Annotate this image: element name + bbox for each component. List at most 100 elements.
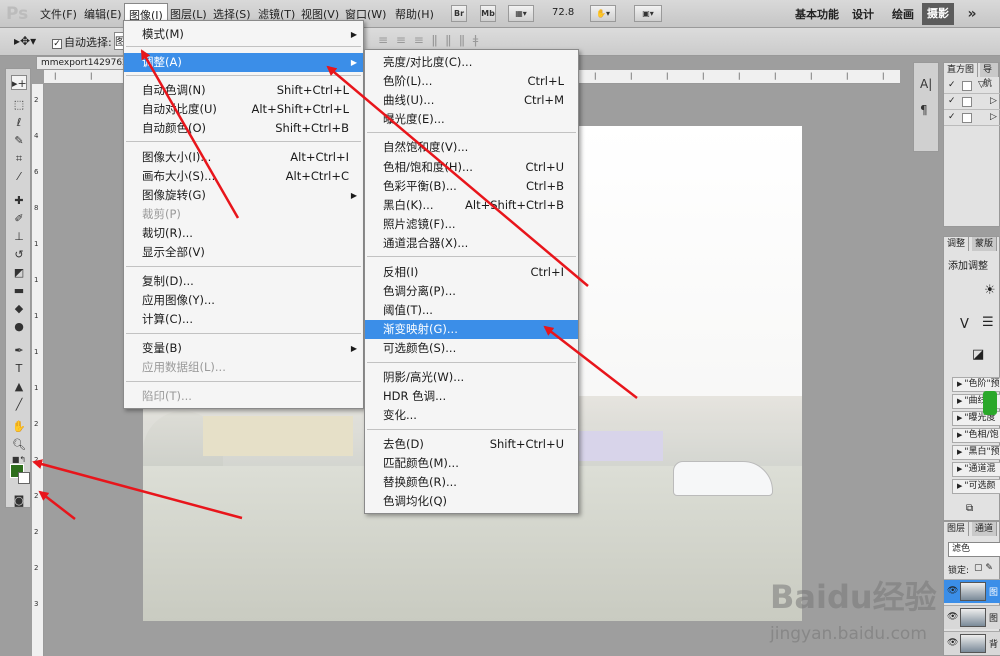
menu-item-replace-color[interactable]: 替换颜色(R)...	[365, 473, 578, 492]
menu-item-selective-color[interactable]: 可选颜色(S)...	[365, 339, 578, 358]
tab-channels[interactable]: 通道	[972, 522, 998, 536]
workspace-photography[interactable]: 摄影	[922, 3, 954, 25]
menu-item-posterize[interactable]: 色调分离(P)...	[365, 282, 578, 301]
menu-file[interactable]: 文件(F)	[40, 6, 77, 22]
lasso-tool-icon[interactable]: ℓ	[11, 115, 27, 130]
menu-item-threshold[interactable]: 阈值(T)...	[365, 301, 578, 320]
auto-select-checkbox[interactable]: ✓ 自动选择:	[52, 34, 112, 50]
panel-options-icon[interactable]: ⧉	[966, 503, 973, 514]
menu-item-channel-mixer[interactable]: 通道混合器(X)...	[365, 234, 578, 253]
preset-item-levels[interactable]: ▶ "色阶"预	[952, 377, 1000, 392]
tab-layers[interactable]: 图层	[944, 522, 970, 536]
menu-item-match-color[interactable]: 匹配颜色(M)...	[365, 454, 578, 473]
path-selection-tool-icon[interactable]: ▲	[11, 379, 27, 394]
menu-edit[interactable]: 编辑(E)	[84, 6, 122, 22]
toggle-box[interactable]	[962, 97, 972, 107]
menu-item-curves[interactable]: 曲线(U)... Ctrl+M	[365, 91, 578, 110]
preset-item-black-white[interactable]: ▶ "黑白"预	[952, 445, 1000, 460]
move-tool-icon[interactable]: ▸+	[11, 75, 27, 90]
healing-brush-tool-icon[interactable]: ✚	[11, 193, 27, 208]
menu-item-apply-image[interactable]: 应用图像(Y)...	[124, 291, 363, 310]
preset-item-channel-mixer[interactable]: ▶ "通道混	[952, 462, 1000, 477]
workspace-essentials[interactable]: 基本功能	[795, 6, 839, 22]
menu-item-trim[interactable]: 裁切(R)...	[124, 224, 363, 243]
blur-tool-icon[interactable]: ◆	[11, 301, 27, 316]
menu-item-shadows-highlights[interactable]: 阴影/高光(W)...	[365, 368, 578, 387]
tab-navigator[interactable]: 导航	[980, 63, 999, 89]
list-item[interactable]: ✓ ▽	[944, 79, 1000, 94]
menu-item-variations[interactable]: 变化...	[365, 406, 578, 425]
menu-item-image-rotation[interactable]: 图像旋转(G) ▶	[124, 186, 363, 205]
menu-item-photo-filter[interactable]: 照片滤镜(F)...	[365, 215, 578, 234]
menu-item-canvas-size[interactable]: 画布大小(S)... Alt+Ctrl+C	[124, 167, 363, 186]
tab-histogram[interactable]: 直方图	[944, 63, 979, 77]
character-panel-icon[interactable]: A|	[920, 77, 932, 91]
visibility-eye-icon[interactable]: 👁︎	[947, 638, 958, 648]
zoom-tool-icon[interactable]: 🔍︎	[11, 437, 27, 452]
arrange-documents-icon[interactable]: ✋▾	[590, 5, 616, 22]
expand-arrow-icon[interactable]: ▽	[978, 80, 985, 90]
eraser-tool-icon[interactable]: ◩	[11, 265, 27, 280]
preset-item-hue-saturation[interactable]: ▶ "色相/饱	[952, 428, 1000, 443]
lock-pixels-icon[interactable]: ▢ ✎	[974, 563, 993, 573]
menu-item-vibrance[interactable]: 自然饱和度(V)...	[365, 138, 578, 157]
tab-masks[interactable]: 蒙版	[972, 237, 998, 251]
channel-mixer-icon[interactable]: ◪	[972, 347, 984, 362]
list-item[interactable]: ✓ ▷	[944, 111, 1000, 126]
visibility-eye-icon[interactable]: 👁︎	[947, 612, 958, 622]
toggle-box[interactable]	[962, 81, 972, 91]
menu-item-invert[interactable]: 反相(I) Ctrl+I	[365, 263, 578, 282]
list-item[interactable]: ✓ ▷	[944, 95, 1000, 110]
eyedropper-tool-icon[interactable]: ⁄	[11, 169, 27, 184]
menu-item-variables[interactable]: 变量(B) ▶	[124, 339, 363, 358]
workspace-design[interactable]: 设计	[852, 6, 874, 22]
menu-item-adjustments[interactable]: 调整(A) ▶	[124, 53, 363, 72]
brush-tool-icon[interactable]: ✐	[11, 211, 27, 226]
preset-item-selective-color[interactable]: ▶ "可选颜	[952, 479, 1000, 494]
menu-item-duplicate[interactable]: 复制(D)...	[124, 272, 363, 291]
align-icons[interactable]: ≡ ≡ ≡ ǁ ǁ ǁ ǂ	[378, 33, 480, 47]
menu-item-auto-contrast[interactable]: 自动对比度(U) Alt+Shift+Ctrl+L	[124, 100, 363, 119]
gradient-tool-icon[interactable]: ▬	[11, 283, 27, 298]
menu-item-brightness-contrast[interactable]: 亮度/对比度(C)...	[365, 53, 578, 72]
vibrance-icon[interactable]: V	[960, 317, 969, 332]
menu-item-reveal-all[interactable]: 显示全部(V)	[124, 243, 363, 262]
zoom-level[interactable]: 72.8	[552, 7, 574, 18]
menu-item-mode[interactable]: 模式(M) ▶	[124, 25, 363, 44]
menu-item-calculations[interactable]: 计算(C)...	[124, 310, 363, 329]
menu-item-gradient-map[interactable]: 渐变映射(G)...	[365, 320, 578, 339]
menu-help[interactable]: 帮助(H)	[395, 6, 434, 22]
clone-stamp-tool-icon[interactable]: ⊥	[11, 229, 27, 244]
menu-item-auto-color[interactable]: 自动颜色(O) Shift+Ctrl+B	[124, 119, 363, 138]
marquee-tool-icon[interactable]: ⬚	[11, 97, 27, 112]
expand-arrow-icon[interactable]: ▷	[990, 112, 997, 122]
workspace-painting[interactable]: 绘画	[892, 6, 914, 22]
expand-arrow-icon[interactable]: ▷	[990, 96, 997, 106]
blend-mode-dropdown[interactable]: 滤色	[948, 542, 1000, 557]
paragraph-panel-icon[interactable]: ¶	[920, 103, 928, 117]
menu-item-desaturate[interactable]: 去色(D) Shift+Ctrl+U	[365, 435, 578, 454]
menu-item-black-white[interactable]: 黑白(K)... Alt+Shift+Ctrl+B	[365, 196, 578, 215]
tab-adjustments[interactable]: 调整	[944, 237, 970, 251]
menu-item-auto-tone[interactable]: 自动色调(N) Shift+Ctrl+L	[124, 81, 363, 100]
quick-select-tool-icon[interactable]: ✎	[11, 133, 27, 148]
bridge-button[interactable]: Br	[451, 5, 467, 22]
menu-item-image-size[interactable]: 图像大小(I)... Alt+Ctrl+I	[124, 148, 363, 167]
layer-row[interactable]: 👁︎ 图	[944, 579, 1000, 603]
menu-item-equalize[interactable]: 色调均化(Q)	[365, 492, 578, 511]
hand-tool-icon[interactable]: ✋	[11, 419, 27, 434]
view-extras-icon[interactable]: ▦▾	[508, 5, 534, 22]
move-tool-preset-icon[interactable]: ▸✥▾	[14, 34, 36, 48]
crop-tool-icon[interactable]: ⌗	[11, 151, 27, 166]
mini-bridge-button[interactable]: Mb	[480, 5, 496, 22]
document-tab[interactable]: mmexport1429762	[36, 56, 126, 70]
dodge-tool-icon[interactable]: ●	[11, 319, 27, 334]
history-brush-tool-icon[interactable]: ↺	[11, 247, 27, 262]
visibility-eye-icon[interactable]: 👁︎	[947, 586, 958, 596]
menu-item-hdr-toning[interactable]: HDR 色调...	[365, 387, 578, 406]
menu-item-levels[interactable]: 色阶(L)... Ctrl+L	[365, 72, 578, 91]
background-color-swatch[interactable]	[18, 472, 30, 484]
layer-row[interactable]: 👁︎ 背	[944, 631, 1000, 655]
menu-item-color-balance[interactable]: 色彩平衡(B)... Ctrl+B	[365, 177, 578, 196]
line-tool-icon[interactable]: ╱	[11, 397, 27, 412]
